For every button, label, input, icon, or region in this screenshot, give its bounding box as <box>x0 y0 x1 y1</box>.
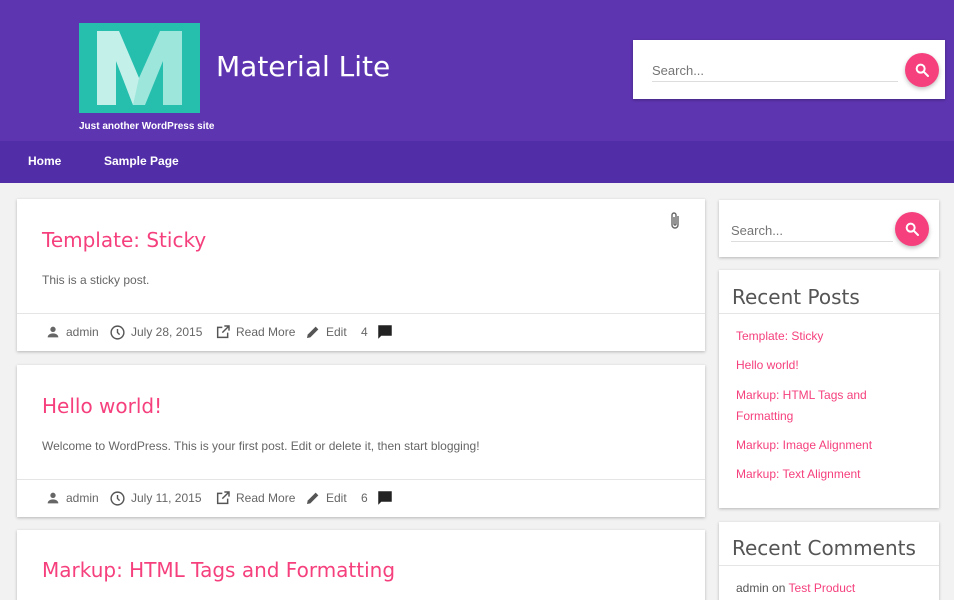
site-title[interactable]: Material Lite <box>216 50 390 83</box>
open-in-new-icon <box>216 491 230 505</box>
header-search-button[interactable] <box>905 53 939 87</box>
open-in-new-icon <box>216 325 230 339</box>
post-date[interactable]: July 28, 2015 <box>109 314 202 350</box>
comment-on: on <box>772 581 786 595</box>
recent-post-link[interactable]: Hello world! <box>736 355 926 376</box>
sidebar-search-input[interactable] <box>731 220 893 242</box>
read-more-label: Read More <box>236 325 296 339</box>
post-date-text: July 28, 2015 <box>131 325 203 339</box>
read-more-label: Read More <box>236 491 296 505</box>
comments-link[interactable]: 6 <box>361 480 399 516</box>
site-header: Material Lite Just another WordPress sit… <box>0 0 954 141</box>
site-logo[interactable] <box>79 23 200 113</box>
paperclip-icon <box>671 212 679 229</box>
recent-post-link[interactable]: Markup: Text Alignment <box>736 464 926 485</box>
nav-item-home[interactable]: Home <box>28 154 61 168</box>
read-more-link[interactable]: Read More <box>215 314 295 350</box>
recent-post-link[interactable]: Template: Sticky <box>736 326 926 347</box>
post-card: Hello world! Welcome to WordPress. This … <box>17 365 705 517</box>
post-title[interactable]: Markup: HTML Tags and Formatting <box>42 558 395 582</box>
comment-icon <box>377 325 392 339</box>
main-navigation: Home Sample Page <box>0 141 954 183</box>
post-card: Markup: HTML Tags and Formatting <box>17 530 705 600</box>
comment-count: 4 <box>361 325 368 339</box>
post-date[interactable]: July 11, 2015 <box>109 480 202 516</box>
header-search-input[interactable] <box>652 60 898 82</box>
widget-divider <box>719 565 939 566</box>
post-meta: admin July 28, 2015 Read More Edit 4 <box>17 313 705 351</box>
post-author-name: admin <box>66 491 99 505</box>
widget-title: Recent Comments <box>732 536 916 560</box>
post-excerpt: Welcome to WordPress. This is your first… <box>42 439 480 453</box>
comments-link[interactable]: 4 <box>361 314 399 350</box>
clock-icon <box>110 490 125 506</box>
person-icon <box>47 326 59 338</box>
clock-icon <box>110 324 125 340</box>
recent-comments-widget: Recent Comments admin on Test Product <box>719 522 939 600</box>
comment-icon <box>377 491 392 505</box>
read-more-link[interactable]: Read More <box>215 480 295 516</box>
nav-item-sample-page[interactable]: Sample Page <box>104 154 179 168</box>
post-author[interactable]: admin <box>45 480 99 516</box>
widget-divider <box>719 313 939 314</box>
post-author-name: admin <box>66 325 99 339</box>
post-date-text: July 11, 2015 <box>131 491 202 505</box>
post-title[interactable]: Hello world! <box>42 394 162 418</box>
person-icon <box>47 492 59 504</box>
comment-count: 6 <box>361 491 368 505</box>
post-title[interactable]: Template: Sticky <box>42 228 206 252</box>
post-excerpt: This is a sticky post. <box>42 273 150 287</box>
header-search-box <box>633 40 945 99</box>
pencil-icon <box>307 326 319 338</box>
sidebar-search-widget <box>719 200 939 257</box>
recent-comment: admin on Test Product <box>736 581 855 595</box>
edit-link[interactable]: Edit <box>305 480 347 516</box>
comment-author: admin <box>736 581 769 595</box>
pencil-icon <box>307 492 319 504</box>
site-tagline: Just another WordPress site <box>79 121 215 132</box>
search-icon <box>905 222 919 236</box>
post-card: Template: Sticky This is a sticky post. … <box>17 199 705 351</box>
post-meta: admin July 11, 2015 Read More Edit 6 <box>17 479 705 517</box>
recent-post-link[interactable]: Markup: Image Alignment <box>736 435 926 456</box>
edit-link[interactable]: Edit <box>305 314 347 350</box>
comment-post-link[interactable]: Test Product <box>789 581 856 595</box>
post-author[interactable]: admin <box>45 314 99 350</box>
recent-posts-widget: Recent Posts Template: Sticky Hello worl… <box>719 270 939 508</box>
sidebar-search-button[interactable] <box>895 212 929 246</box>
widget-title: Recent Posts <box>732 285 860 309</box>
edit-label: Edit <box>326 325 347 339</box>
recent-post-link[interactable]: Markup: HTML Tags and Formatting <box>736 385 896 427</box>
edit-label: Edit <box>326 491 347 505</box>
search-icon <box>915 63 929 77</box>
